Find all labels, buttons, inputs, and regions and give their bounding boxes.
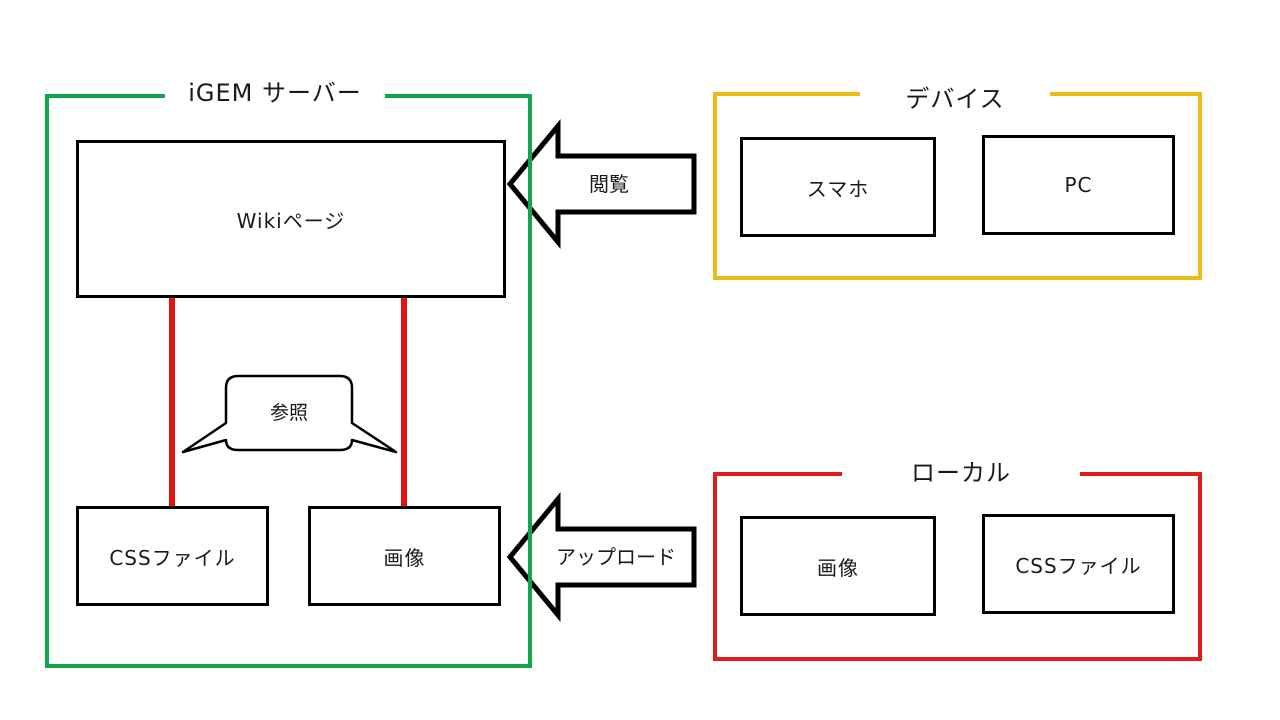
server-group-title: iGEM サーバー bbox=[165, 78, 385, 108]
diagram-canvas: iGEM サーバー Wikiページ CSSファイル 画像 参照 閲覧 アップロー… bbox=[0, 0, 1280, 720]
server-image-box: 画像 bbox=[308, 506, 501, 606]
server-css-file-box: CSSファイル bbox=[76, 506, 269, 606]
device-group-title: デバイス bbox=[860, 84, 1050, 114]
local-css-file-box: CSSファイル bbox=[982, 514, 1175, 614]
reference-callout-label: 参照 bbox=[269, 402, 308, 424]
wiki-page-box: Wikiページ bbox=[76, 140, 506, 298]
local-image-box: 画像 bbox=[740, 516, 936, 616]
smartphone-box: スマホ bbox=[740, 137, 936, 237]
local-group-title: ローカル bbox=[842, 458, 1080, 488]
pc-box: PC bbox=[982, 135, 1175, 235]
browse-arrow-label: 閲覧 bbox=[589, 172, 629, 196]
upload-arrow-label: アップロード bbox=[556, 545, 676, 569]
